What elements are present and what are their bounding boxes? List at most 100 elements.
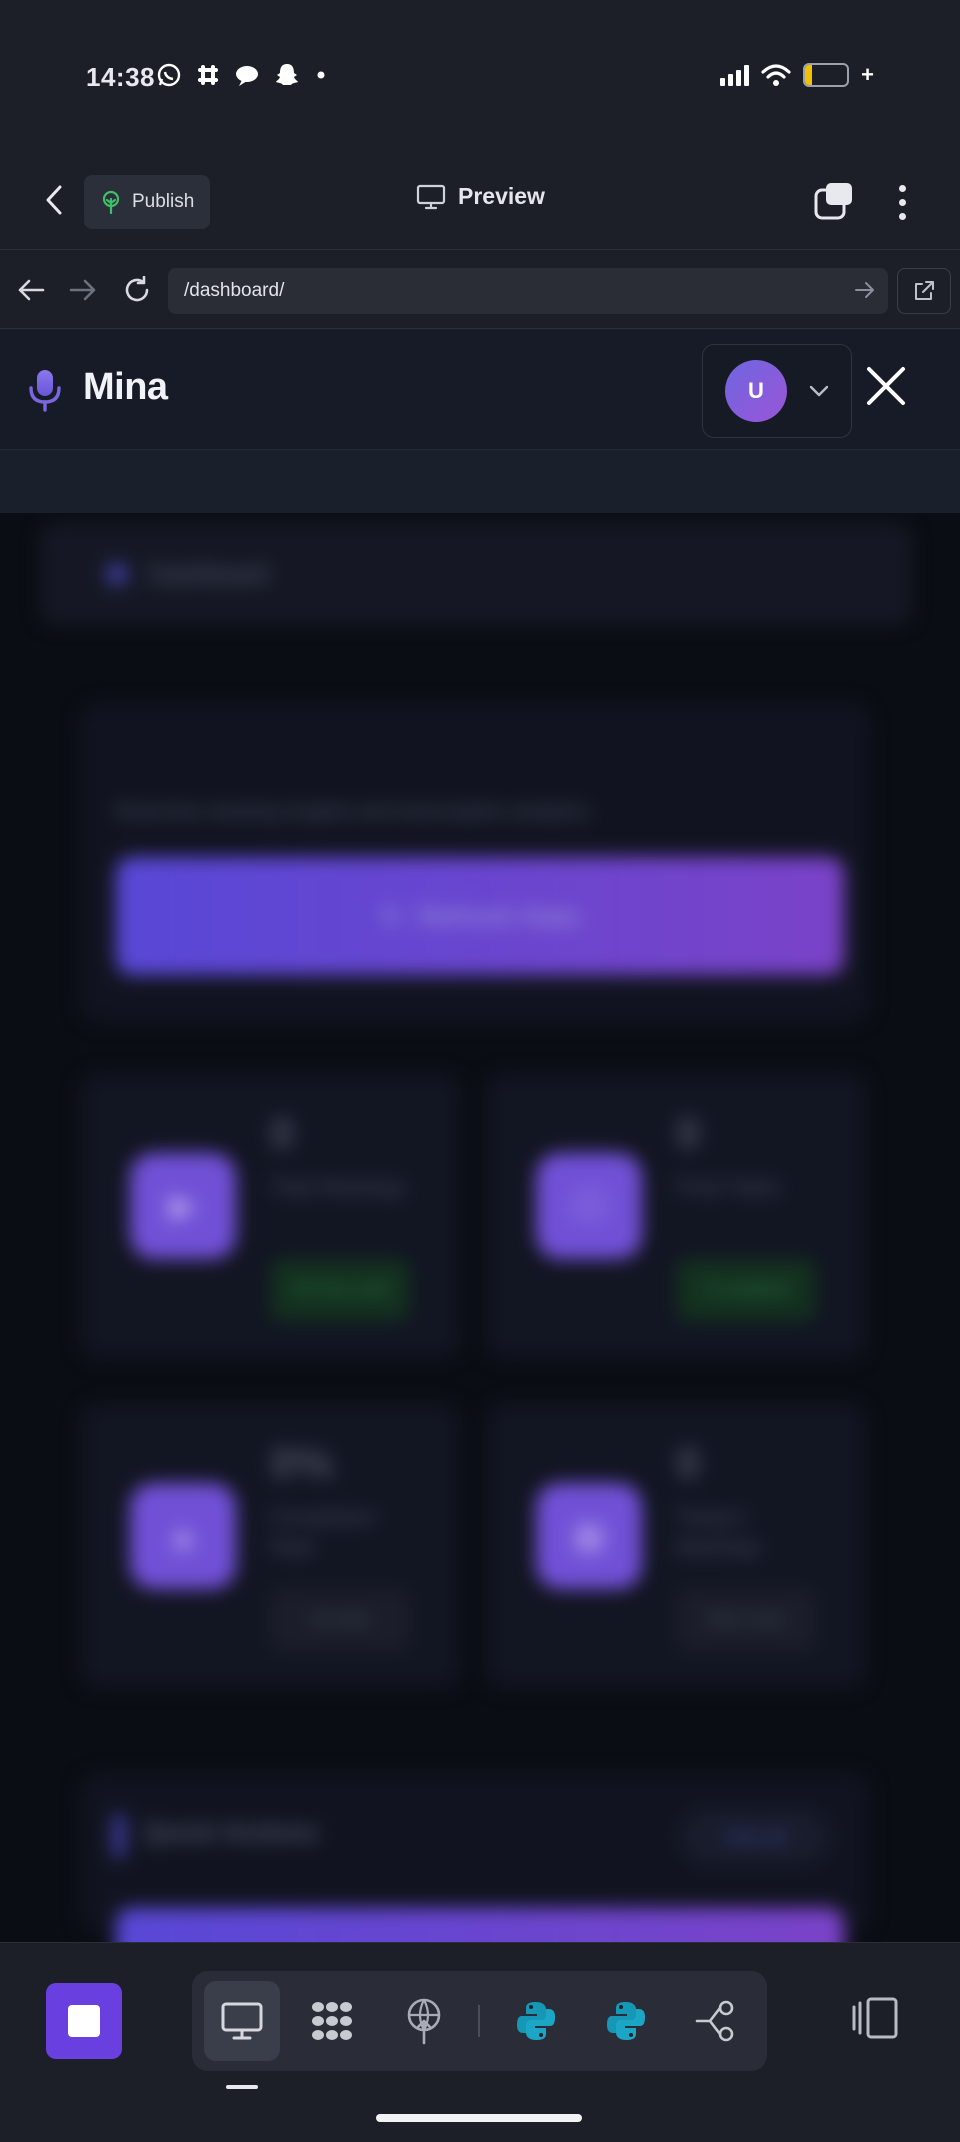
refresh-icon: ↻ [380, 900, 403, 931]
stat-label: Today's Meetings [676, 1506, 762, 1559]
external-link-icon [915, 281, 934, 300]
dot-icon [317, 71, 325, 79]
stat-value: 0 [270, 1109, 295, 1158]
preview-label: Preview [458, 183, 545, 209]
signal-icon [720, 64, 750, 86]
stop-icon [68, 2005, 100, 2037]
arrow-left-icon [18, 279, 45, 301]
battery-icon: 17 [803, 63, 850, 87]
more-options-button[interactable] [884, 178, 920, 226]
open-external-button[interactable] [897, 268, 951, 314]
snapchat-icon [276, 64, 298, 85]
stat-card-todays-meetings: ▦ 0 Today's Meetings Next: none [486, 1403, 866, 1689]
stat-label: Final Tasks [676, 1176, 781, 1199]
stat-label: Completion Rate [270, 1506, 377, 1559]
breadcrumb-label: Dashboard [150, 561, 268, 588]
dashboard-viewport: Dashboard Real-time meeting insights and… [0, 513, 960, 1942]
header-sub-strip [0, 451, 960, 513]
microphone-icon [29, 370, 61, 412]
avatar-initial: U [748, 378, 764, 403]
dashboard-icon [108, 565, 126, 583]
stat-badge: On track [270, 1589, 410, 1651]
reload-button[interactable] [118, 271, 156, 309]
avatar: U [725, 360, 787, 422]
browser-forward-button[interactable] [64, 271, 102, 309]
chart-icon: ▲ [130, 1483, 236, 1589]
slack-icon [198, 65, 218, 85]
tool-desktop[interactable] [204, 1981, 280, 2061]
video-icon: ▶ [130, 1153, 236, 1259]
publish-label: Publish [132, 191, 195, 212]
editor-top-bar: Publish Preview [0, 150, 960, 250]
browser-url-bar: /dashboard/ [0, 251, 960, 329]
chevron-down-icon [809, 385, 829, 397]
tool-publish[interactable] [386, 1981, 462, 2061]
publish-globe-icon [407, 1998, 441, 2045]
panel-toggle-icon[interactable] [850, 1993, 900, 2043]
browser-back-button[interactable] [12, 271, 50, 309]
stat-badge: +0% this week [270, 1259, 410, 1321]
quick-actions-accent [114, 1815, 124, 1857]
stat-value: 0 [676, 1439, 701, 1488]
url-text: /dashboard/ [184, 280, 285, 301]
hero-subtitle: Real-time meeting insights and transcrip… [116, 801, 589, 823]
python-icon [607, 2002, 645, 2040]
python-icon [517, 2002, 555, 2040]
stat-value: 0 [676, 1109, 701, 1158]
go-arrow-icon[interactable] [854, 279, 876, 301]
reload-icon [125, 276, 149, 302]
tool-group [192, 1971, 767, 2071]
status-bar: 14:38 17 + [0, 0, 960, 150]
chevron-left-icon [46, 185, 62, 215]
quick-action-button[interactable] [116, 1908, 844, 1942]
hero-card: Real-time meeting insights and transcrip… [80, 703, 870, 1023]
monitor-icon [416, 184, 446, 209]
notification-icons [156, 62, 328, 88]
stat-value: 0% [270, 1439, 334, 1488]
stat-label: Total Meetings [270, 1176, 406, 1199]
stat-badge: Next: none [676, 1589, 816, 1651]
wifi-icon [761, 64, 791, 86]
arrow-right-icon [69, 279, 96, 301]
user-menu-button[interactable]: U [702, 344, 852, 438]
calendar-icon: ▦ [536, 1483, 642, 1589]
system-indicators: 17 + [720, 62, 874, 88]
stat-card-final-tasks: ☐ 0 Final Tasks 0 completed [486, 1073, 866, 1359]
stat-card-total-meetings: ▶ 0 Total Meetings +0% this week [80, 1073, 460, 1359]
home-indicator [376, 2114, 582, 2122]
stat-badge: 0 completed [676, 1259, 816, 1321]
app-header: Mina U [0, 330, 960, 450]
refresh-data-button[interactable]: ↻ Refresh Data [116, 857, 844, 975]
task-icon: ☐ [536, 1153, 642, 1259]
publish-tree-icon [102, 190, 120, 214]
back-button[interactable] [34, 180, 74, 220]
battery-level: 17 [817, 66, 835, 84]
dots-grid-icon [312, 2002, 352, 2040]
battery-fill [805, 65, 813, 85]
tool-python-1[interactable] [498, 1981, 574, 2061]
refresh-label: Refresh Data [418, 900, 580, 931]
close-icon[interactable] [864, 364, 908, 408]
tool-dots-grid[interactable] [294, 1981, 370, 2061]
clock: 14:38 [86, 62, 155, 92]
quick-actions-link[interactable]: View all [680, 1809, 830, 1865]
bottom-toolbar [0, 1942, 960, 2142]
app-brand: Mina [83, 366, 168, 408]
active-tool-indicator [226, 2085, 258, 2089]
stop-button[interactable] [46, 1983, 122, 2059]
desktop-icon [221, 2002, 263, 2040]
blurred-dashboard: Dashboard Real-time meeting insights and… [0, 513, 960, 1942]
breadcrumb: Dashboard [40, 523, 912, 625]
tool-flow[interactable] [678, 1981, 754, 2061]
stat-card-completion-rate: ▲ 0% Completion Rate On track [80, 1403, 460, 1689]
url-input[interactable]: /dashboard/ [168, 268, 888, 314]
flow-icon [695, 2000, 734, 2042]
quick-actions-title: Quick Actions [144, 1817, 318, 1847]
toolbar-divider [478, 2005, 480, 2037]
whatsapp-icon [157, 63, 181, 87]
publish-button[interactable]: Publish [84, 175, 211, 229]
charging-icon: + [861, 62, 874, 87]
tool-python-2[interactable] [588, 1981, 664, 2061]
chat-icon [236, 66, 258, 86]
tabs-icon[interactable] [812, 180, 856, 224]
